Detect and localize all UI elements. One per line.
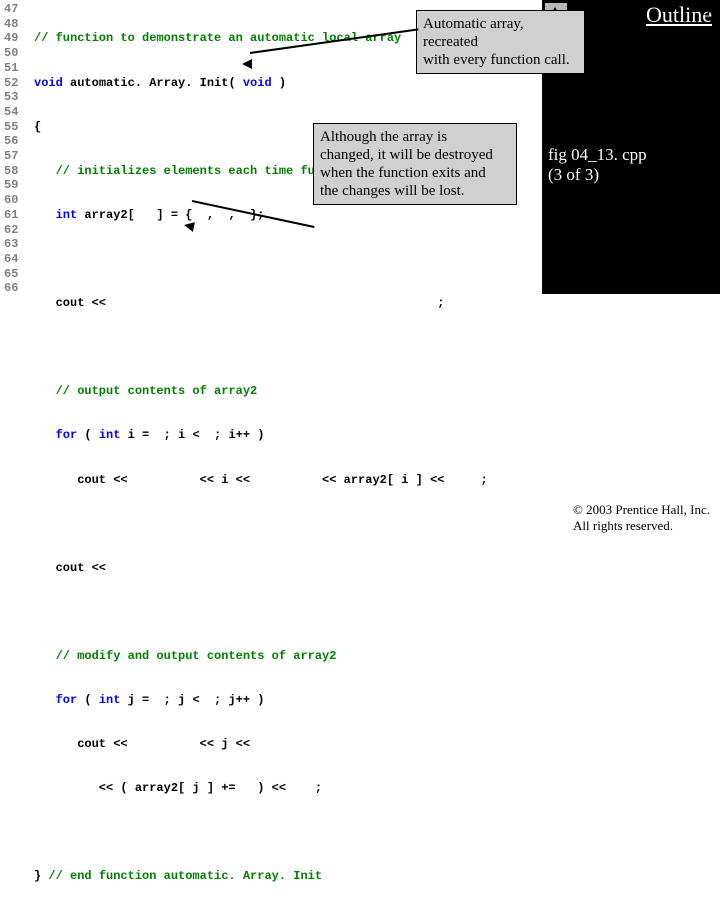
callout-text: Although the array is [320,129,447,145]
line-number: 59 [4,178,30,193]
slide-number: 31 [702,2,718,20]
line-number: 65 [4,267,30,282]
code-text [34,517,41,531]
code-text: automatic. Array. Init( [63,76,243,90]
figure-reference: fig 04_13. cpp (3 of 3) [548,145,647,185]
code-text: cout << ; [34,296,444,310]
code-text [34,340,41,354]
callout-arrow-head-icon [242,59,252,69]
line-number: 54 [4,105,30,120]
line-number: 63 [4,237,30,252]
code-text: } [34,869,48,883]
callout-automatic-array: Automatic array, recreated with every fu… [416,10,585,74]
code-text [34,825,41,839]
code-keyword: int [34,208,77,222]
code-keyword: void [243,76,272,90]
figure-part: (3 of 3) [548,165,599,184]
line-number-gutter: 47 48 49 50 51 52 53 54 55 56 57 58 59 6… [4,2,30,296]
code-text [34,252,41,266]
line-number: 53 [4,90,30,105]
line-number: 58 [4,164,30,179]
line-number: 66 [4,281,30,296]
code-keyword: for [34,428,77,442]
code-text: i = ; i < ; i++ ) [120,428,264,442]
line-number: 48 [4,17,30,32]
line-number: 61 [4,208,30,223]
code-text: ( [77,428,99,442]
code-comment: // output contents of array2 [34,384,257,398]
line-number: 60 [4,193,30,208]
code-text: cout << << i << << array2[ i ] << ; [34,473,488,487]
code-comment: // modify and output contents of array2 [34,649,336,663]
code-keyword: int [99,428,121,442]
line-number: 49 [4,31,30,46]
line-number: 64 [4,252,30,267]
code-text: j = ; j < ; j++ ) [120,693,264,707]
copyright-notice: © 2003 Prentice Hall, Inc. All rights re… [573,502,710,534]
line-number: 62 [4,223,30,238]
callout-text: with every function call. [423,52,570,68]
code-text: cout << [34,561,106,575]
code-text: ) [272,76,286,90]
code-keyword: int [99,693,121,707]
copyright-line: All rights reserved. [573,518,673,533]
callout-text: the changes will be lost. [320,183,465,199]
line-number: 52 [4,76,30,91]
line-number: 51 [4,61,30,76]
code-keyword: void [34,76,63,90]
copyright-line: © 2003 Prentice Hall, Inc. [573,502,710,517]
line-number: 50 [4,46,30,61]
line-number: 56 [4,134,30,149]
code-text: ( [77,693,99,707]
code-keyword: for [34,693,77,707]
line-number: 47 [4,2,30,17]
code-comment: // end function automatic. Array. Init [48,869,322,883]
line-number: 55 [4,120,30,135]
callout-array-destroyed: Although the array is changed, it will b… [313,123,517,205]
callout-text: when the function exits and [320,165,486,181]
code-text [34,605,41,619]
callout-text: changed, it will be destroyed [320,147,493,163]
code-text: { [34,120,41,134]
line-number: 57 [4,149,30,164]
code-text: cout << << j << [34,737,250,751]
code-text: << ( array2[ j ] += ) << ; [34,781,322,795]
callout-text: Automatic array, recreated [423,16,524,50]
figure-filename: fig 04_13. cpp [548,145,647,164]
callout-arrow-head-icon [183,220,195,232]
